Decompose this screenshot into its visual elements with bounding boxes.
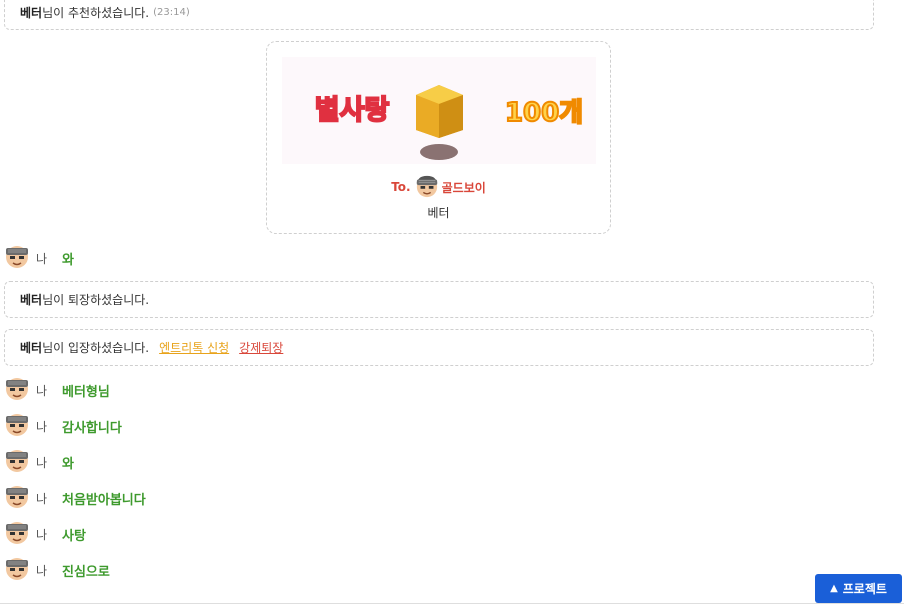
chat-text: 감사합니다: [62, 420, 122, 436]
system-message-recommend: 베터 님이 추천하셨습니다. (23:14): [4, 0, 874, 30]
bottom-divider: [0, 603, 904, 604]
project-button[interactable]: ▲ 프로젝트: [815, 574, 902, 603]
chat-message: 나 감사합니다: [4, 413, 122, 439]
system-user-name[interactable]: 베터: [20, 4, 42, 21]
my-avatar-icon: [4, 243, 30, 273]
gift-item-name: 별사탕: [315, 95, 390, 126]
chat-text: 와: [62, 252, 74, 268]
system-message-leave: 베터 님이 퇴장하셨습니다.: [4, 281, 874, 318]
gift-to-label: To.: [391, 180, 411, 194]
gift-banner-image: 별사탕 100개: [314, 85, 584, 160]
force-kick-link[interactable]: 강제퇴장: [239, 339, 283, 356]
chat-text: 사탕: [62, 528, 86, 544]
gift-box-icon: [416, 85, 463, 160]
project-button-label: 프로젝트: [842, 582, 887, 596]
chat-text: 베터형님: [62, 384, 110, 400]
chat-message: 나 베터형님: [4, 377, 110, 403]
system-time: (23:14): [153, 6, 190, 18]
sender-label: 나: [36, 419, 48, 434]
my-avatar-icon: [4, 375, 30, 405]
gift-card: 별사탕 100개 To. 골드보이 베터: [266, 41, 611, 234]
my-avatar-icon: [4, 447, 30, 477]
chat-text: 와: [62, 456, 74, 472]
gift-recipient-line: To. 골드보이: [267, 175, 610, 199]
system-text: 님이 퇴장하셨습니다.: [42, 293, 150, 307]
recipient-avatar-icon: [415, 174, 439, 201]
sender-label: 나: [36, 563, 48, 578]
system-user-name[interactable]: 베터: [20, 291, 42, 308]
gift-banner: 별사탕 100개: [282, 57, 596, 164]
my-avatar-icon: [4, 519, 30, 549]
my-avatar-icon: [4, 555, 30, 585]
triangle-up-icon: ▲: [830, 583, 838, 594]
gift-item-count: 100개: [505, 98, 583, 128]
system-text: 님이 추천하셨습니다.: [42, 5, 150, 20]
sender-label: 나: [36, 491, 48, 506]
chat-message: 나 사탕: [4, 521, 86, 547]
chat-text: 진심으로: [62, 564, 110, 580]
chat-message: 나 처음받아봅니다: [4, 485, 146, 511]
sender-label: 나: [36, 383, 48, 398]
gift-recipient-name[interactable]: 골드보이: [442, 179, 486, 196]
system-text: 님이 입장하셨습니다.: [42, 341, 150, 355]
sender-label: 나: [36, 455, 48, 470]
my-avatar-icon: [4, 483, 30, 513]
system-user-name[interactable]: 베터: [20, 339, 42, 356]
system-message-enter: 베터 님이 입장하셨습니다. 엔트리톡 신청 강제퇴장: [4, 329, 874, 366]
my-avatar-icon: [4, 411, 30, 441]
sender-label: 나: [36, 527, 48, 542]
entry-talk-request-link[interactable]: 엔트리톡 신청: [159, 339, 229, 356]
chat-message: 나 진심으로: [4, 557, 110, 583]
chat-message: 나 와: [4, 449, 74, 475]
chat-message: 나 와: [4, 245, 74, 271]
gift-sender-name: 베터: [427, 206, 450, 220]
sender-label: 나: [36, 251, 48, 266]
chat-text: 처음받아봅니다: [62, 492, 146, 508]
